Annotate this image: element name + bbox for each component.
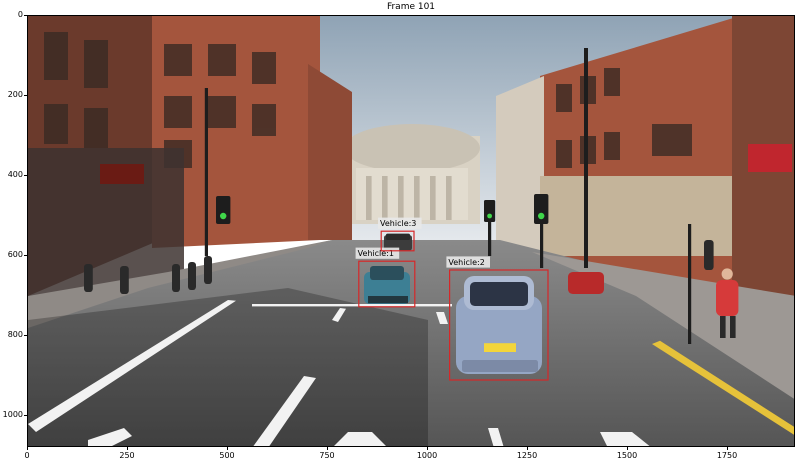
x-tick-label: 1750: [716, 451, 738, 460]
plot-title: Frame 101: [386, 2, 436, 12]
x-tick-mark: [326, 447, 328, 450]
y-tick-label: 1000: [2, 410, 23, 419]
street-scene-image: Vehicle:1Vehicle:2Vehicle:3: [28, 16, 794, 446]
y-tick-label: 200: [7, 90, 23, 99]
x-tick-mark: [626, 447, 628, 450]
x-tick-mark: [526, 447, 528, 450]
x-tick-label: 750: [319, 451, 335, 460]
y-tick-label: 600: [7, 250, 23, 259]
detection-label: Vehicle:3: [380, 219, 416, 228]
vehicle-2: [456, 276, 542, 374]
figure: Frame 101 Vehicle:1 Vehicle:2 Vehicle:3 …: [0, 0, 800, 464]
x-tick-label: 500: [219, 451, 235, 460]
y-tick-label: 0: [17, 10, 23, 19]
x-tick-mark: [426, 447, 428, 450]
image-axes: Vehicle:1 Vehicle:2 Vehicle:3: [27, 15, 795, 447]
y-tick-mark: [24, 174, 27, 176]
x-tick-mark: [226, 447, 228, 450]
y-tick-mark: [24, 254, 27, 256]
x-tick-label: 1000: [416, 451, 438, 460]
y-tick-label: 400: [7, 170, 23, 179]
vehicle-1: [364, 266, 410, 304]
x-tick-label: 1250: [516, 451, 538, 460]
x-tick-label: 0: [24, 451, 30, 460]
y-tick-label: 800: [7, 330, 23, 339]
y-tick-mark: [24, 14, 27, 16]
x-tick-mark: [26, 447, 28, 450]
y-tick-mark: [24, 414, 27, 416]
x-tick-label: 1500: [616, 451, 638, 460]
x-tick-mark: [126, 447, 128, 450]
detection-label: Vehicle:2: [448, 258, 484, 267]
x-tick-mark: [726, 447, 728, 450]
y-tick-mark: [24, 94, 27, 96]
y-tick-mark: [24, 334, 27, 336]
x-tick-label: 250: [119, 451, 135, 460]
